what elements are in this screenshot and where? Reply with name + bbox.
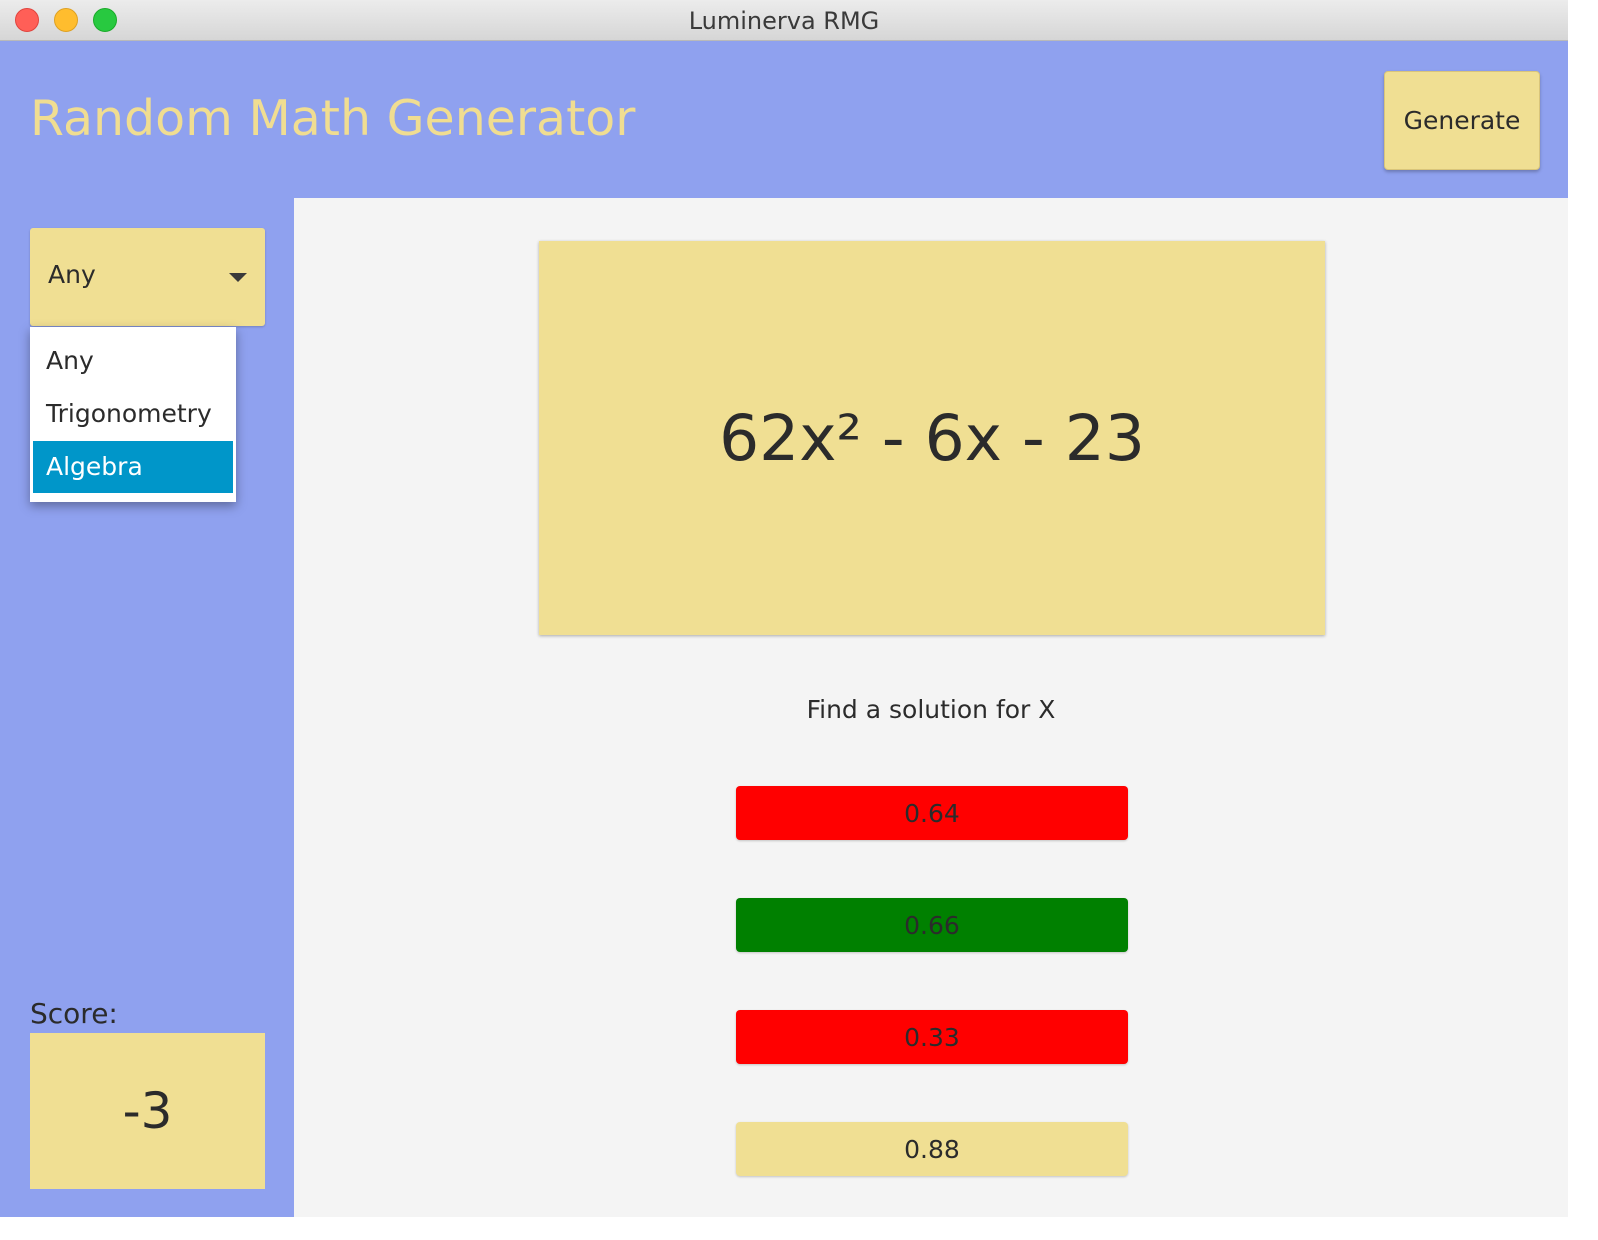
title-bar: Luminerva RMG [0,0,1568,41]
window-title: Luminerva RMG [688,7,880,35]
answer-button-1[interactable]: 0.64 [736,786,1128,840]
answer-button-3[interactable]: 0.33 [736,1010,1128,1064]
app-window: Luminerva RMG Random Math Generator Gene… [0,0,1568,1217]
question-panel: 62x² - 6x - 23 Find a solution for X 0.6… [294,198,1568,1217]
score-label: Score: [30,997,118,1030]
question-expression: 62x² - 6x - 23 [539,241,1325,635]
dropdown-option-trigonometry[interactable]: Trigonometry [33,388,233,440]
question-instruction: Find a solution for X [806,695,1056,724]
app-title: Random Math Generator [30,90,636,147]
generate-button[interactable]: Generate [1384,71,1540,170]
answer-button-2[interactable]: 0.66 [736,898,1128,952]
chevron-down-icon [229,273,247,282]
app-body: Random Math Generator Generate Any Any T… [0,41,1568,1217]
score-value: -3 [30,1033,265,1189]
answer-button-4[interactable]: 0.88 [736,1122,1128,1176]
category-select[interactable]: Any [30,228,265,326]
dropdown-option-algebra[interactable]: Algebra [33,441,233,493]
category-dropdown-menu: Any Trigonometry Algebra [30,327,236,502]
dropdown-option-any[interactable]: Any [33,335,233,387]
category-select-value: Any [48,260,96,289]
